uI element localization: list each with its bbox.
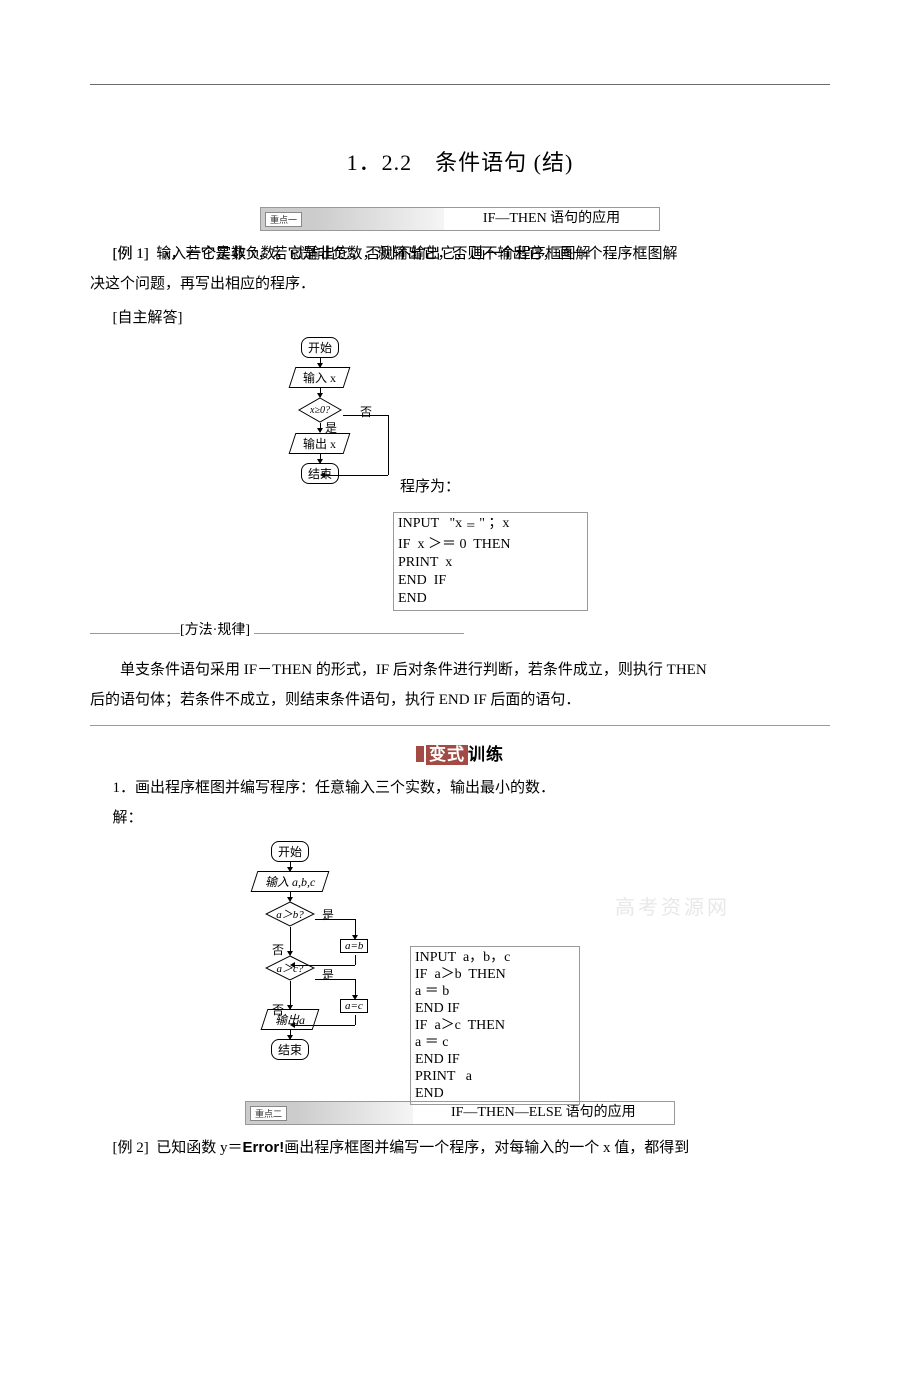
ex2-error: Error! <box>243 1139 285 1156</box>
p2-l3: a ＝ b <box>415 984 449 999</box>
underline-left <box>90 621 180 634</box>
banner-text-2: IF—THEN—ELSE 语句的应用 <box>413 1102 674 1124</box>
separator-rule <box>90 725 830 726</box>
line <box>315 919 355 920</box>
banner-fill: 重点二 <box>246 1102 413 1124</box>
p1-l1b: " ；x <box>476 516 510 531</box>
section-banner-if-then: 重点一 IF—THEN 语句的应用 <box>260 207 660 231</box>
p2-l8: PRINT a <box>415 1069 472 1084</box>
arrow-icon <box>290 892 291 901</box>
p1-l4: END IF <box>398 573 446 588</box>
banner-red-text: 变式 <box>426 745 468 765</box>
fc2-no-1: 否 <box>272 941 284 958</box>
flowchart-2: 高考资源网 开始 输入 a,b,c a＞b? a＞c? 输出a 结束 <box>150 841 770 1101</box>
ex2-body-b: 画出程序框图并编写一个程序，对每输入的一个 x 值，都得到 <box>284 1140 689 1156</box>
fc2-input-text: 输入 a,b,c <box>265 875 315 889</box>
fc2-yes-1: 是 <box>322 906 334 923</box>
arrow-icon <box>290 1030 291 1039</box>
practice-1-answer: 解： <box>90 803 830 833</box>
p2-l9: END <box>415 1086 444 1101</box>
flowchart-1: 开始 输入 x x≥0? 是 输出 x 结束 否 程序为： <box>200 337 720 507</box>
line <box>355 955 356 965</box>
page-title: 1．2.2 条件语句 (结) <box>0 145 920 177</box>
method-label: [方法·规律] <box>180 623 250 638</box>
p2-l2: IF a＞b THEN <box>415 967 506 982</box>
fc2-cond2: a＞c? <box>277 960 304 976</box>
underline-right <box>254 621 464 634</box>
line <box>295 1025 355 1026</box>
arrow-icon <box>320 454 321 463</box>
banner-tag-2: 重点二 <box>250 1106 287 1121</box>
fc1-no: 否 <box>360 403 372 420</box>
arrow-icon <box>320 423 321 432</box>
banner-tag: 重点一 <box>265 212 302 227</box>
fc1-output-text: 输出 x <box>303 437 336 451</box>
p2-l1: INPUT a，b，c <box>415 950 510 965</box>
fc2-assign-2: a=c <box>340 999 368 1013</box>
banner-black-text: 训练 <box>468 745 504 764</box>
banner-text: IF—THEN 语句的应用 <box>444 208 659 230</box>
fc2-yes-2: 是 <box>322 966 334 983</box>
ex1-prefix: [例 1] <box>113 246 149 262</box>
arrow-icon <box>320 472 325 478</box>
practice-1-line: 1．画出程序框图并编写程序：任意输入三个实数，输出最小的数． <box>90 773 830 803</box>
p2-l7: END IF <box>415 1052 460 1067</box>
arrow-icon <box>290 862 291 871</box>
red-bar-icon <box>416 746 424 762</box>
practice-banner-box: 变式训练 <box>416 740 504 765</box>
p2-l4: END IF <box>415 1001 460 1016</box>
practice-1-block: 1．画出程序框图并编写程序：任意输入三个实数，输出最小的数． 解： <box>90 773 830 833</box>
ex1-body: 输入一个实数 x，若它是非负数，就输出它，否则不输出它，画一个程序框图解 <box>156 246 677 262</box>
document-page: 1．2.2 条件语句 (结) 重点一 IF—THEN 语句的应用 [例 1] x… <box>0 84 920 1386</box>
program-1-box: INPUT "x ＝ " ；x IF x ＞＝ 0 THEN PRINT x E… <box>393 512 588 611</box>
fc2-assign-1: a=b <box>340 939 368 953</box>
explain-l1: 单支条件语句采用 IF－THEN 的形式，IF 后对条件进行判断，若条件成立，则… <box>90 655 830 685</box>
program-label: 程序为： <box>400 475 460 496</box>
fc2-diamond-1: a＞b? <box>265 901 315 927</box>
fc1-input-text: 输入 x <box>303 371 336 385</box>
program-2-box: INPUT a，b，c IF a＞b THEN a ＝ b END IF IF … <box>410 946 580 1105</box>
fc2-diamond-2: a＞c? <box>265 955 315 981</box>
fc1-output: 输出 x <box>289 433 351 454</box>
line <box>343 415 388 416</box>
p1-l2: IF x ＞＝ 0 THEN <box>398 537 511 552</box>
ex2-prefix: [例 2] <box>113 1140 149 1156</box>
watermark-text: 高考资源网 <box>615 891 730 920</box>
method-rule-line: [方法·规律] <box>90 619 830 639</box>
p2-l5: IF a＞c THEN <box>415 1018 505 1033</box>
p1-l3: PRINT x <box>398 555 452 570</box>
line <box>388 415 389 475</box>
self-answer-label: [自主解答] <box>90 303 830 333</box>
fc1-cond: x≥0? <box>310 405 330 416</box>
top-horizontal-rule <box>90 84 830 85</box>
ex2-body-a: 已知函数 y＝ <box>156 1140 242 1156</box>
arrow-icon <box>290 1022 295 1028</box>
fc2-end: 结束 <box>271 1039 309 1060</box>
fc2-input: 输入 a,b,c <box>250 871 329 892</box>
line <box>315 979 355 980</box>
example-1-l2: 决这个问题，再写出相应的程序． <box>90 269 830 299</box>
line <box>355 1015 356 1025</box>
p1-l1a: INPUT "x <box>398 516 466 531</box>
example-2-block: [例 2] 已知函数 y＝Error!画出程序框图并编写一个程序，对每输入的一个… <box>90 1133 830 1163</box>
fc1-input: 输入 x <box>289 367 351 388</box>
line <box>325 475 388 476</box>
fc2-start: 开始 <box>271 841 309 862</box>
p1-l5: END <box>398 591 427 606</box>
banner-fill: 重点一 <box>261 208 444 230</box>
p2-l6: a ＝ c <box>415 1035 448 1050</box>
arrow-icon <box>320 388 321 397</box>
example-1-l1: [例 1] 输入一个实数 x，若它是非负数，就输出它，否则不输出它，画一个程序框… <box>90 239 830 269</box>
explain-l2: 后的语句体；若条件不成立，则结束条件语句，执行 END IF 后面的语句． <box>90 685 830 715</box>
arrow-icon <box>320 358 321 367</box>
example-2-line: [例 2] 已知函数 y＝Error!画出程序框图并编写一个程序，对每输入的一个… <box>90 1133 830 1163</box>
fc2-cond1: a＞b? <box>276 906 304 922</box>
explanation-block: 单支条件语句采用 IF－THEN 的形式，IF 后对条件进行判断，若条件成立，则… <box>90 655 830 715</box>
example-1-block: [例 1] 输入一个实数 x，若它是非负数，就输出它，否则不输出它，画一个程序框… <box>90 239 830 333</box>
fc2-no-2: 否 <box>272 1001 284 1018</box>
fc1-start: 开始 <box>301 337 339 358</box>
practice-banner: 变式训练 <box>0 740 920 765</box>
